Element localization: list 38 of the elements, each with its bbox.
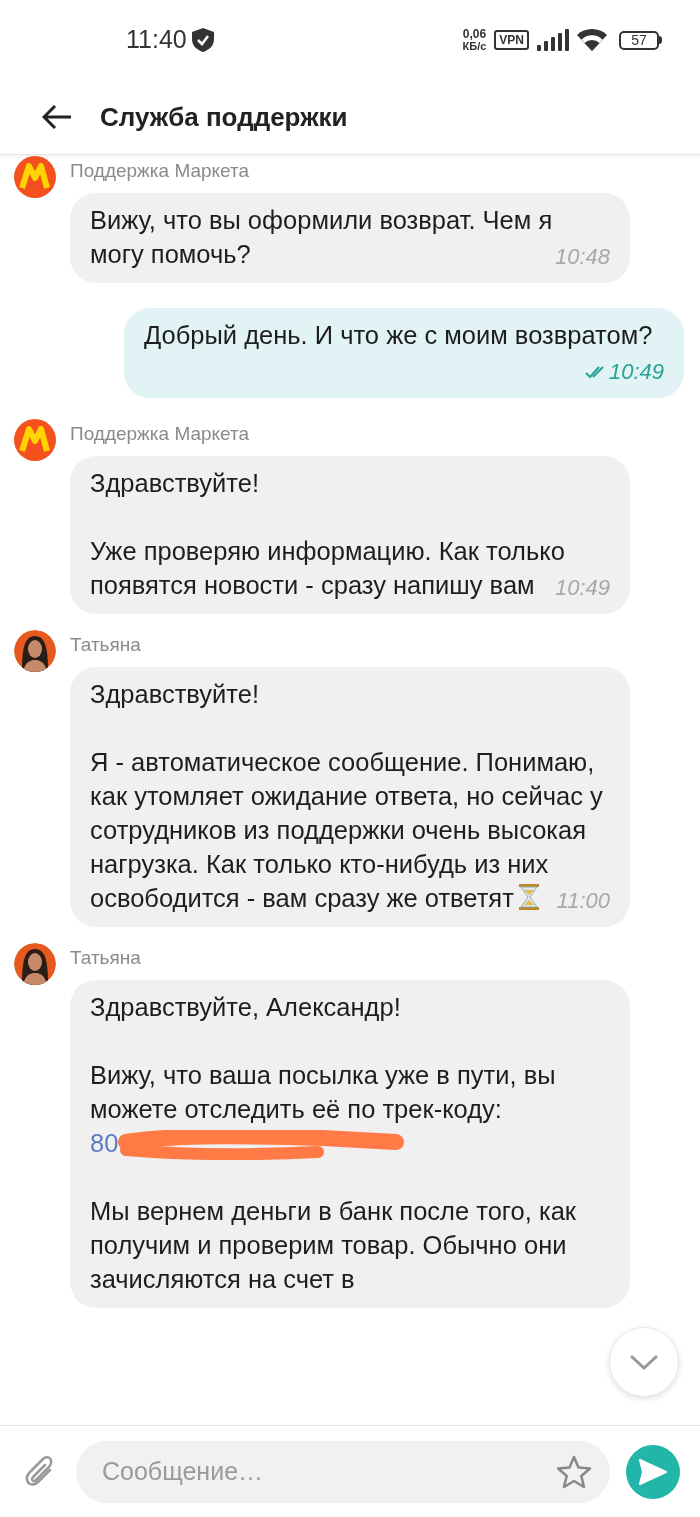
battery-icon: 57 — [619, 30, 659, 50]
message-text: Здравствуйте! — [90, 679, 260, 710]
shield-icon — [190, 27, 215, 53]
clock-time: 11:40 — [126, 24, 187, 56]
send-icon — [638, 1457, 668, 1486]
wifi-icon — [577, 28, 607, 52]
chat-title: Служба поддержки — [100, 100, 348, 134]
message-text: Уже проверяю информацию. Как только появятся новости - сразу напишу вам 10:49 — [90, 536, 610, 602]
message-text: Здравствуйте, Александр! — [90, 992, 402, 1023]
message-time: 11:00 — [556, 887, 610, 915]
send-button[interactable] — [626, 1444, 680, 1499]
hourglass-icon — [517, 883, 540, 911]
scroll-down-button[interactable] — [609, 1327, 679, 1397]
vpn-badge: VPN — [494, 30, 529, 50]
message-text: Здравствуйте! — [90, 468, 260, 499]
user-avatar — [14, 943, 56, 985]
message-text: Вижу, что ваша посылка уже в пути, вы можете отследить её по трек-коду: 80 — [90, 1058, 610, 1161]
signal-icon — [537, 29, 569, 51]
message-time: 10:48 — [554, 243, 610, 271]
message-input[interactable]: Сообщение… — [76, 1440, 610, 1503]
sender-name: Поддержка Маркета — [70, 158, 250, 183]
network-speed: 0,06 — [462, 28, 487, 40]
speed-unit: КБ/с — [462, 40, 487, 52]
message-text: Я - автоматическое сообщение. Понимаю, как утомляет ожидание ответа, но сейчас у сотрудников из поддержки очень высокая нагрузка. Как только кто-нибудь из них освободится - вам сразу же ответят 11:00 — [90, 747, 610, 915]
logo-avatar — [14, 156, 56, 198]
message-text: Мы вернем деньги в банк после того, как получим и проверим товар. Обычно они зачисляются на счет в — [90, 1196, 577, 1296]
sender-name: Татьяна — [70, 632, 141, 657]
star-icon[interactable] — [556, 1454, 592, 1489]
user-avatar — [14, 630, 56, 672]
track-link[interactable]: 80 — [90, 1129, 119, 1157]
message-time: 10:49 — [554, 574, 610, 602]
message-time: 10:49 — [608, 358, 664, 386]
sender-name: Татьяна — [70, 945, 141, 970]
message-text: Вижу, что вы оформили возврат. Чем я могу помочь? 10:48 — [90, 205, 610, 271]
logo-avatar — [14, 419, 56, 461]
chevron-down-icon — [629, 1353, 659, 1371]
back-arrow-icon — [42, 104, 72, 130]
sender-name: Поддержка Маркета — [70, 421, 250, 446]
